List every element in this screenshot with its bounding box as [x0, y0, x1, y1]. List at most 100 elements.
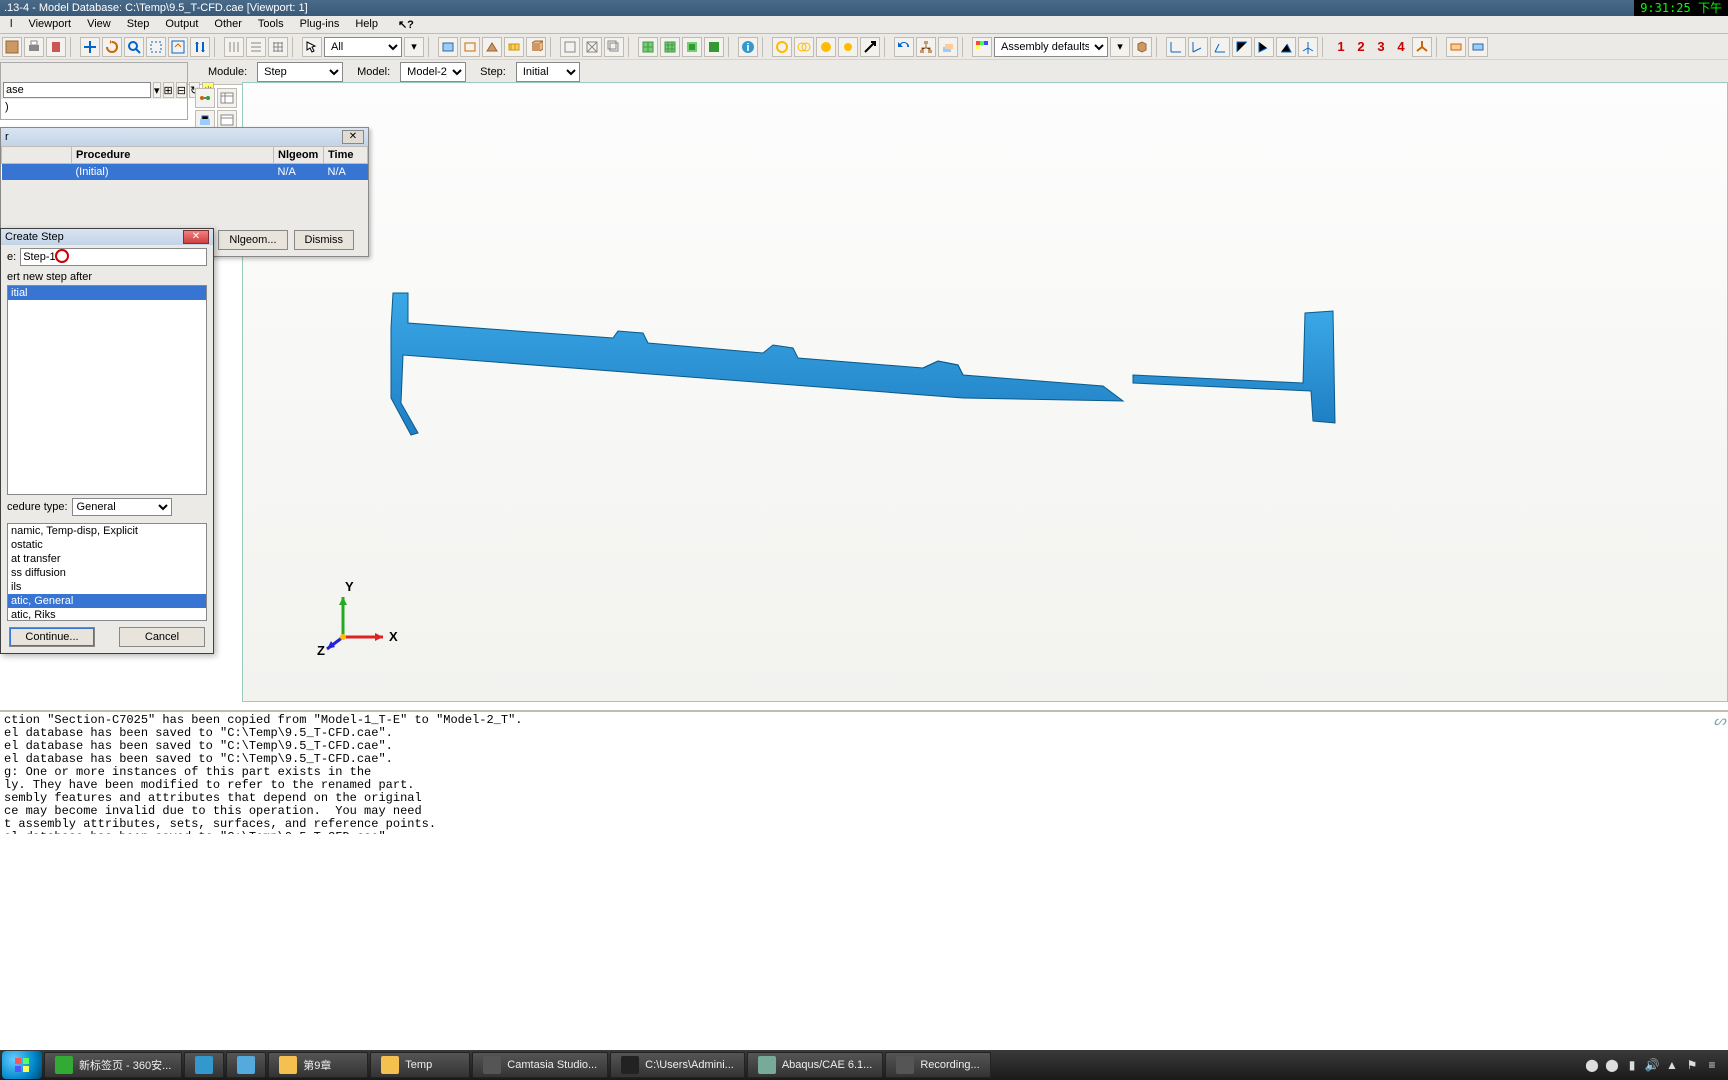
list-item[interactable]: atic, General — [8, 594, 206, 608]
taskbar-item[interactable]: Abaqus/CAE 6.1... — [747, 1052, 884, 1078]
tray-icon[interactable]: ⬤ — [1604, 1057, 1620, 1073]
taskbar-item[interactable]: Temp — [370, 1052, 470, 1078]
step-name-input[interactable] — [20, 248, 207, 266]
mesh3-icon[interactable] — [682, 37, 702, 57]
list-item[interactable]: at transfer — [8, 552, 206, 566]
datum-xy-icon[interactable] — [1166, 37, 1186, 57]
render3-icon[interactable] — [482, 37, 502, 57]
tree-collapse-icon[interactable]: ⊟ — [176, 82, 187, 98]
insert-after-list[interactable]: itial — [7, 285, 207, 495]
print-icon[interactable] — [24, 37, 44, 57]
col-procedure[interactable]: Procedure — [72, 147, 274, 164]
module-select[interactable]: Step — [257, 62, 343, 82]
taskbar-item[interactable]: 新标签页 - 360安... — [44, 1052, 182, 1078]
datum-yz2-icon[interactable] — [1254, 37, 1274, 57]
mesh4-icon[interactable] — [704, 37, 724, 57]
close-icon[interactable]: ✕ — [342, 130, 364, 144]
datum-iso-icon[interactable] — [1298, 37, 1318, 57]
menu-plugins[interactable]: Plug-ins — [292, 16, 348, 33]
selection-filter-select[interactable]: All — [324, 37, 402, 57]
layers-icon[interactable] — [938, 37, 958, 57]
dismiss-button[interactable]: Dismiss — [294, 230, 355, 250]
menu-help[interactable]: Help — [347, 16, 386, 33]
grid1-icon[interactable] — [224, 37, 244, 57]
render5-icon[interactable] — [526, 37, 546, 57]
procedure-list[interactable]: namic, Temp-disp, Explicitostaticat tran… — [7, 523, 207, 621]
render4-icon[interactable] — [504, 37, 524, 57]
message-area[interactable]: ction "Section-C7025" has been copied fr… — [0, 710, 1728, 834]
datum-yz-icon[interactable] — [1188, 37, 1208, 57]
list-item[interactable]: atic, Riks — [8, 608, 206, 621]
menu-view[interactable]: View — [79, 16, 119, 33]
grid2-icon[interactable] — [246, 37, 266, 57]
tree-icon[interactable] — [916, 37, 936, 57]
circ4-icon[interactable] — [838, 37, 858, 57]
grid3-icon[interactable] — [268, 37, 288, 57]
menu-step[interactable]: Step — [119, 16, 158, 33]
zoom-icon[interactable] — [124, 37, 144, 57]
list-item[interactable]: ss diffusion — [8, 566, 206, 580]
menu-output[interactable]: Output — [157, 16, 206, 33]
cycle-icon[interactable] — [190, 37, 210, 57]
context-help-icon[interactable]: ↖? — [390, 16, 422, 33]
menu-tools[interactable]: Tools — [250, 16, 292, 33]
datum-csys-icon[interactable] — [1412, 37, 1432, 57]
table-row[interactable]: (Initial) N/A N/A — [2, 164, 368, 181]
model-select[interactable]: Model-2_T — [400, 62, 466, 82]
view-4[interactable]: 4 — [1392, 38, 1410, 56]
taskbar-item[interactable]: Camtasia Studio... — [472, 1052, 608, 1078]
list-item[interactable]: ostatic — [8, 538, 206, 552]
persp1-icon[interactable] — [560, 37, 580, 57]
start-button[interactable] — [2, 1051, 42, 1079]
col-nlgeom[interactable]: Nlgeom — [274, 147, 324, 164]
list-item[interactable]: itial — [8, 286, 206, 300]
annot1-icon[interactable] — [1446, 37, 1466, 57]
col-time[interactable]: Time — [324, 147, 368, 164]
step-create-icon[interactable] — [195, 88, 215, 108]
view-1[interactable]: 1 — [1332, 38, 1350, 56]
view-3[interactable]: 3 — [1372, 38, 1390, 56]
color-icon[interactable] — [972, 37, 992, 57]
taskbar-item[interactable]: Recording... — [885, 1052, 990, 1078]
circ2-icon[interactable] — [794, 37, 814, 57]
filter-icon[interactable]: ▾ — [404, 37, 424, 57]
system-tray[interactable]: ⬤ ⬤ ▮ 🔊 ▲ ⚑ ≡ — [1578, 1057, 1726, 1073]
menu-other[interactable]: Other — [206, 16, 250, 33]
color-apply-icon[interactable]: ▾ — [1110, 37, 1130, 57]
fit-icon[interactable] — [168, 37, 188, 57]
tray-icon[interactable]: ⚑ — [1684, 1057, 1700, 1073]
view-2[interactable]: 2 — [1352, 38, 1370, 56]
taskbar-item[interactable]: 第9章 — [268, 1052, 368, 1078]
mesh1-icon[interactable] — [638, 37, 658, 57]
arrow-icon[interactable] — [860, 37, 880, 57]
undo-icon[interactable] — [894, 37, 914, 57]
tree-filter-input[interactable] — [3, 82, 151, 98]
menu-file[interactable]: l — [2, 16, 20, 33]
cube-icon[interactable] — [1132, 37, 1152, 57]
save-icon[interactable] — [2, 37, 22, 57]
taskbar-item[interactable] — [226, 1052, 266, 1078]
datum-xy2-icon[interactable] — [1232, 37, 1252, 57]
list-item[interactable]: namic, Temp-disp, Explicit — [8, 524, 206, 538]
tray-icon[interactable]: ▲ — [1664, 1057, 1680, 1073]
zoom-box-icon[interactable] — [146, 37, 166, 57]
render1-icon[interactable] — [438, 37, 458, 57]
color-code-select[interactable]: Assembly defaults — [994, 37, 1108, 57]
cancel-button[interactable]: Cancel — [119, 627, 205, 647]
tree-dropdown-icon[interactable]: ▾ — [153, 82, 161, 98]
continue-button[interactable]: Continue... — [9, 627, 95, 647]
tray-icon[interactable]: ⬤ — [1584, 1057, 1600, 1073]
menu-viewport[interactable]: Viewport — [20, 16, 79, 33]
taskbar-item[interactable] — [184, 1052, 224, 1078]
list-item[interactable]: ils — [8, 580, 206, 594]
tray-icon[interactable]: ▮ — [1624, 1057, 1640, 1073]
info-icon[interactable]: i — [738, 37, 758, 57]
step-select[interactable]: Initial — [516, 62, 580, 82]
viewport[interactable]: Y X Z — [242, 82, 1728, 702]
nlgeom-button[interactable]: Nlgeom... — [218, 230, 287, 250]
tray-icon[interactable]: ≡ — [1704, 1057, 1720, 1073]
step-table[interactable]: Procedure Nlgeom Time (Initial) N/A N/A — [1, 146, 368, 180]
persp2-icon[interactable] — [582, 37, 602, 57]
col-name[interactable] — [2, 147, 72, 164]
pan-icon[interactable] — [80, 37, 100, 57]
